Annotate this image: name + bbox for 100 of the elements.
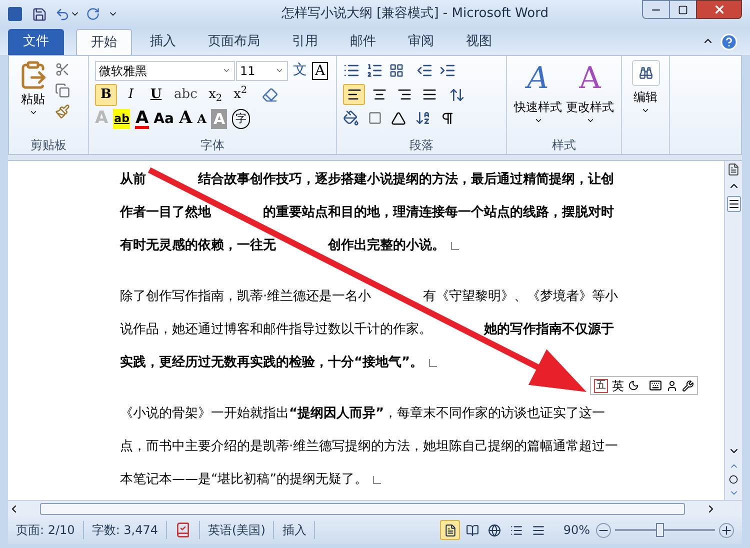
horizontal-scroll-thumb[interactable] (40, 502, 685, 514)
text-run: 有时无灵感的依赖，一往无 (120, 236, 276, 255)
ribbon-tab[interactable]: 插入 (136, 29, 190, 55)
scroll-thumb-icon[interactable] (726, 196, 740, 212)
browse-object-icon[interactable] (729, 475, 738, 484)
close-icon (712, 3, 726, 16)
text-run: 作者一目了然地 (120, 204, 211, 222)
zoom-out-icon[interactable] (596, 522, 611, 538)
paste-button[interactable]: 粘贴 (15, 60, 51, 136)
save-icon[interactable] (32, 6, 47, 22)
styles-button[interactable]: A 更改样式 (566, 60, 614, 136)
numbering-icon[interactable] (366, 62, 383, 79)
caret-icon (28, 108, 38, 117)
redo-icon[interactable] (86, 7, 100, 21)
align-button[interactable] (343, 84, 365, 105)
proofing-icon[interactable] (175, 522, 192, 538)
caret-icon (586, 116, 594, 125)
group-label: 字体 (200, 137, 224, 154)
font-tool-button[interactable]: 字 (232, 109, 250, 129)
text-run: “提纲因人而异” (289, 404, 384, 423)
increase-indent-icon[interactable] (439, 62, 456, 79)
view-button[interactable] (440, 520, 460, 540)
close-button[interactable] (696, 0, 742, 19)
ime-mode[interactable]: 英 (612, 376, 624, 394)
format-painter-icon[interactable] (55, 104, 70, 119)
insert-mode-status[interactable]: 插入 (274, 521, 316, 539)
text-run: 她的写作指南不仅源于 (484, 320, 614, 339)
keyboard-icon[interactable] (649, 379, 662, 392)
multilevel-list-icon[interactable] (389, 63, 404, 78)
wrench-icon[interactable] (682, 380, 694, 392)
language-status[interactable]: 英语(美国) (199, 521, 274, 539)
file-tab[interactable]: 文件 (8, 29, 64, 55)
align-icon (372, 87, 386, 102)
paragraph-mark-icon (373, 476, 382, 484)
format-button[interactable]: x$^{2}$ (229, 84, 252, 106)
sort-icon[interactable] (415, 110, 431, 126)
format-button[interactable]: U (145, 84, 167, 106)
word-count[interactable]: 字数: 3,474 (84, 521, 168, 539)
shading-icon[interactable] (343, 110, 359, 126)
ribbon-tab[interactable]: 审阅 (394, 29, 448, 55)
caret-icon (534, 116, 542, 125)
borders-icon[interactable] (368, 111, 382, 125)
ribbon-tab[interactable]: 页面布局 (194, 29, 274, 55)
font-tool-button[interactable]: ab (113, 109, 130, 129)
caret-icon (222, 66, 231, 75)
font-size-field[interactable]: 11 (236, 60, 288, 80)
maximize-button[interactable] (670, 0, 696, 19)
align-icon (396, 87, 412, 102)
window-title: 怎样写小说大纲 [兼容模式] - Microsoft Word (282, 5, 548, 24)
view-ruler-icon[interactable] (727, 163, 740, 176)
caret-icon (641, 106, 650, 115)
page-icon (444, 524, 457, 536)
editing-button[interactable]: 编辑 (622, 56, 669, 115)
decrease-indent-icon[interactable] (416, 62, 433, 79)
paragraph-mark-icon (451, 242, 459, 250)
book-icon (466, 524, 479, 536)
ribbon-tab[interactable]: 邮件 (336, 29, 390, 55)
ribbon-tab[interactable]: 开始 (76, 29, 132, 55)
cut-icon[interactable] (55, 62, 70, 77)
align-icon (422, 87, 436, 102)
ime-badge[interactable]: 五 (594, 378, 608, 392)
font-name-field[interactable]: 微软雅黑 (95, 60, 235, 80)
zoom-level[interactable]: 90% (563, 521, 590, 539)
copy-icon[interactable] (55, 83, 70, 98)
group-label: 剪贴板 (30, 137, 66, 154)
group-label: 段落 (410, 137, 434, 154)
person-icon[interactable] (666, 380, 678, 392)
format-button[interactable]: B (95, 84, 117, 106)
undo-icon[interactable] (55, 6, 70, 22)
line-spacing-icon[interactable] (449, 86, 465, 102)
format-button[interactable]: x$_{2}$ (204, 84, 226, 106)
ribbon-tab[interactable]: 视图 (452, 29, 506, 55)
show-marks-icon[interactable] (440, 110, 455, 126)
text-run: 从前 (120, 170, 146, 189)
caret-icon (275, 66, 284, 75)
format-button[interactable]: I (120, 84, 142, 106)
clear-formatting-icon[interactable] (262, 87, 278, 103)
paragraph-mark-icon (429, 358, 438, 366)
align-icon (346, 87, 362, 102)
font-tool-button[interactable]: A (178, 109, 192, 129)
font-tool-button[interactable]: A (135, 109, 149, 129)
binoculars-icon (638, 66, 652, 80)
page-count[interactable]: 页面: 2/10 (8, 521, 84, 539)
phonetic-guide-button[interactable]: 文 (293, 60, 307, 81)
text-run: 说作品，她还通过博客和邮件指导过数以千计的作家。 (120, 320, 432, 339)
styles-button[interactable]: A 快速样式 (514, 60, 562, 136)
text-run: 本笔记本——是“堪比初稿”的提纲无疑了。 (120, 470, 368, 489)
character-border-button[interactable]: A (312, 62, 328, 80)
text-run: ，每章末不同作家的访谈也证实了这一 (384, 404, 606, 423)
text-run: 结合故事创作技巧，逐步搭建小说提纲的方法，最后通过精简提纲，让创 (198, 170, 614, 189)
ribbon-tab[interactable]: 引用 (278, 29, 332, 55)
help-icon[interactable] (720, 33, 738, 51)
zoom-in-icon[interactable] (719, 522, 734, 538)
moon-icon[interactable] (628, 380, 639, 391)
font-tool-button[interactable]: Aa (154, 109, 174, 129)
zoom-slider-thumb[interactable] (656, 523, 664, 537)
font-tool-button[interactable]: A (197, 109, 206, 129)
format-button[interactable]: abc (170, 84, 202, 106)
bullets-icon[interactable] (343, 62, 360, 79)
text-run: 创作出完整的小说。 (328, 236, 445, 255)
